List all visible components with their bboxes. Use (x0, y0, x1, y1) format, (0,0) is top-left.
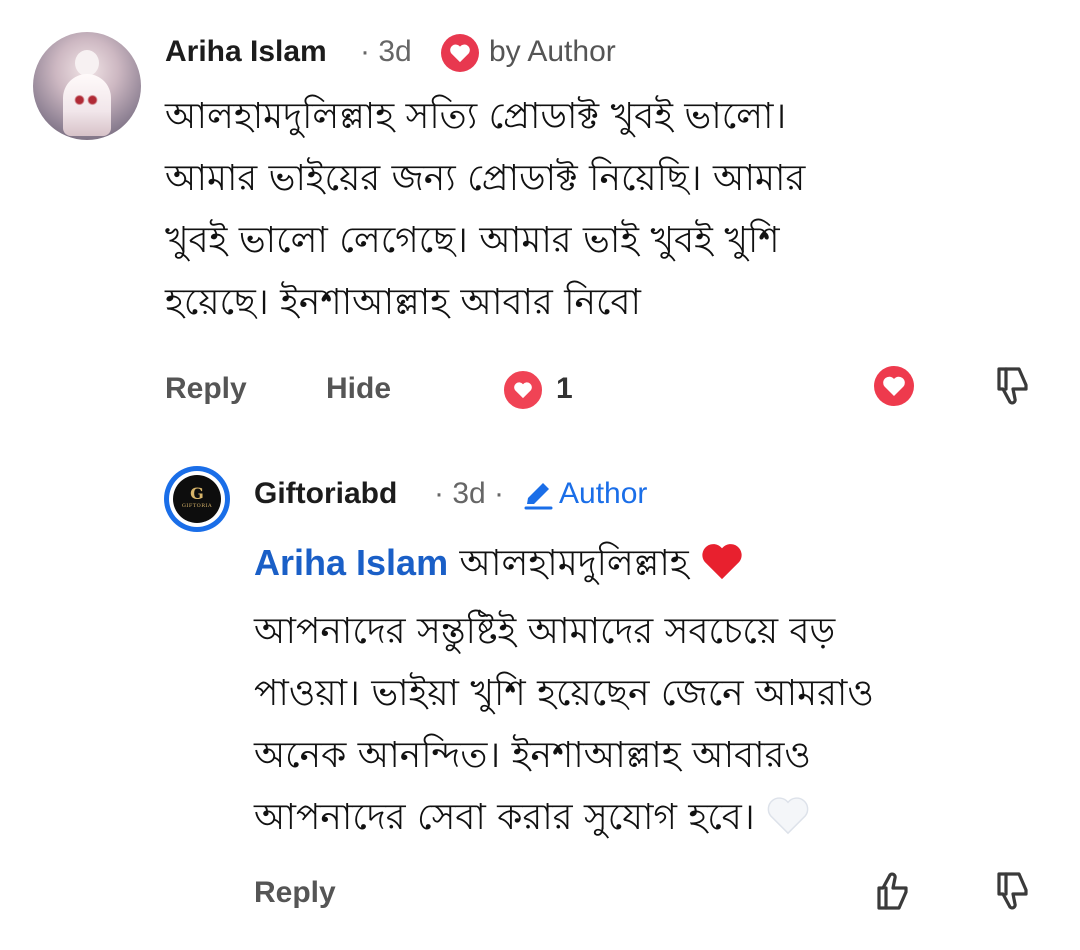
avatar-ariha-islam[interactable] (33, 32, 141, 140)
comment-line: আমার ভাইয়ের জন্য প্রোডাক্ট নিয়েছি। আমা… (165, 158, 806, 199)
hide-button[interactable]: Hide (326, 372, 391, 406)
dislike-icon[interactable] (993, 365, 1033, 411)
reply-line: Ariha Islam আলহামদুলিল্লাহ (254, 532, 1054, 601)
mention-link[interactable]: Ariha Islam (254, 542, 448, 583)
reply-line: আপনাদের সন্তুষ্টিই আমাদের সবচেয়ে বড় (254, 611, 836, 652)
reply-line: পাওয়া। ভাইয়া খুশি হয়েছেন জেনে আমরাও (254, 673, 874, 714)
reply-button[interactable]: Reply (165, 372, 247, 406)
pencil-icon (521, 478, 555, 516)
author-heart-badge-icon (441, 34, 479, 72)
comment-author-name[interactable]: Ariha Islam (165, 35, 327, 69)
like-icon[interactable] (873, 870, 913, 916)
white-heart-emoji (766, 793, 810, 855)
reply-line: অনেক আনন্দিত। ইনশাআল্লাহ আবারও (254, 735, 811, 776)
reply-timestamp: · 3d · (434, 477, 505, 510)
dislike-icon[interactable] (993, 870, 1033, 916)
reply-line: আপনাদের সেবা করার সুযোগ হবে। (254, 787, 1054, 855)
heart-icon[interactable] (874, 366, 914, 406)
comment-timestamp: · 3d (360, 35, 412, 68)
reaction-count[interactable]: 1 (556, 372, 573, 406)
comment-line: খুবই ভালো লেগেছে। আমার ভাই খুবই খুশি (165, 220, 780, 261)
reply-body: Ariha Islam আলহামদুলিল্লাহ আপনাদের সন্তু… (254, 532, 1054, 855)
love-reaction-icon[interactable] (501, 368, 545, 412)
reply-button[interactable]: Reply (254, 876, 336, 910)
giftoria-logo-icon: G GIFTORIA (173, 475, 221, 523)
comment-line: হয়েছে। ইনশাআল্লাহ আবার নিবো (165, 282, 641, 323)
comment-line: আলহামদুলিল্লাহ সত্যি প্রোডাক্ট খুবই ভালো… (165, 96, 787, 137)
author-role-label: Author (559, 477, 648, 510)
avatar-giftoriabd[interactable]: G GIFTORIA (164, 466, 230, 532)
comment-body: আলহামদুলিল্লাহ সত্যি প্রোডাক্ট খুবই ভালো… (165, 86, 1025, 334)
red-heart-emoji (700, 539, 744, 601)
loved-by-author-label: by Author (489, 35, 616, 68)
reply-author-name[interactable]: Giftoriabd (254, 477, 397, 511)
